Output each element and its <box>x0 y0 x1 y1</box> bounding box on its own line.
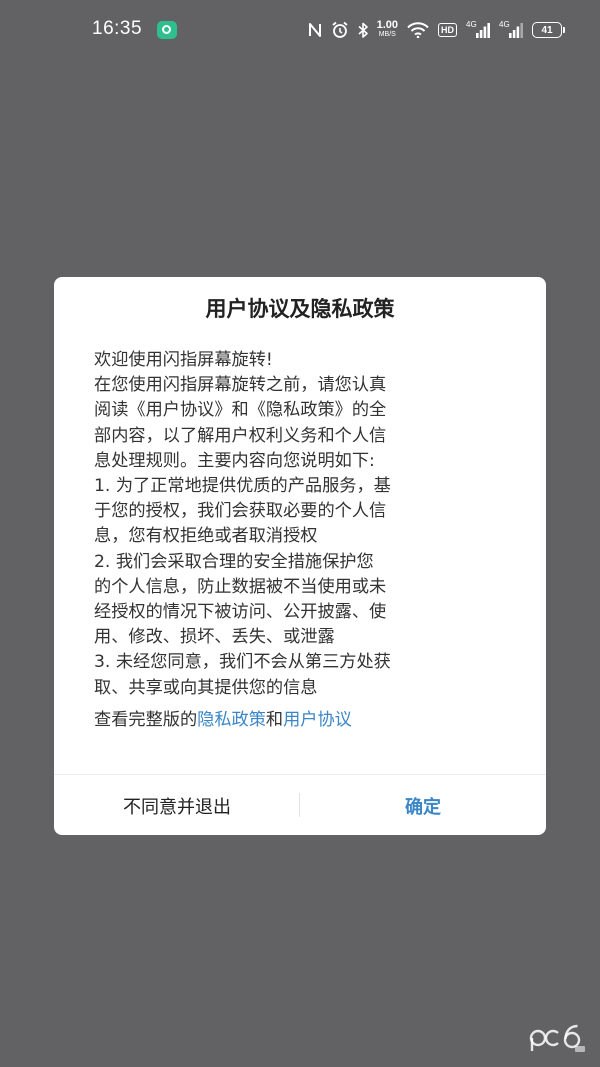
network-speed: 1.00 MB/S <box>376 19 398 39</box>
network-speed-value: 1.00 <box>376 19 398 31</box>
user-agreement-link[interactable]: 用户协议 <box>283 710 352 730</box>
alarm-clock-icon <box>331 21 349 39</box>
body-line: 息处理规则。主要内容向您说明如下: <box>94 450 375 471</box>
body-line: 的个人信息，防止数据被不当使用或未 <box>94 576 387 597</box>
confirm-button[interactable]: 确定 <box>300 775 546 835</box>
links-prefix: 查看完整版的 <box>94 710 198 730</box>
nfc-icon <box>308 22 322 38</box>
status-bar: 16:35 1.00 MB/S HD 4G 4G 41 <box>0 0 600 62</box>
battery-level: 41 <box>541 24 553 36</box>
body-line: 用、修改、损坏、丢失、或泄露 <box>94 627 335 648</box>
battery-icon: 41 <box>532 22 565 38</box>
dialog-body: 欢迎使用闪指屏幕旋转! 在您使用闪指屏幕旋转之前，请您认真 阅读《用户协议》和《… <box>94 348 508 701</box>
disagree-exit-button[interactable]: 不同意并退出 <box>54 775 300 835</box>
bluetooth-icon <box>358 22 368 39</box>
body-line: 欢迎使用闪指屏幕旋转! <box>94 350 273 370</box>
privacy-policy-link[interactable]: 隐私政策 <box>197 710 266 730</box>
body-line: 2. 我们会采取合理的安全措施保护您 <box>94 551 374 572</box>
body-line: 1. 为了正常地提供优质的产品服务，基 <box>94 476 391 497</box>
signal-sim2-icon: 4G <box>499 20 523 39</box>
dialog-button-row: 不同意并退出 确定 <box>54 774 546 835</box>
body-line: 部内容，以了解用户权利义务和个人信 <box>94 425 387 446</box>
pc6-watermark-logo <box>528 1019 586 1053</box>
hd-voice-badge: HD <box>438 23 457 37</box>
body-line: 息，您有权拒绝或者取消授权 <box>94 526 318 547</box>
signal-sim1-icon: 4G <box>466 20 490 39</box>
body-line: 在您使用闪指屏幕旋转之前，请您认真 <box>94 375 387 396</box>
body-line: 取、共享或向其提供您的信息 <box>94 677 318 698</box>
network-speed-unit: MB/S <box>378 31 396 38</box>
body-line: 3. 未经您同意，我们不会从第三方处获 <box>94 652 391 673</box>
body-line: 阅读《用户协议》和《隐私政策》的全 <box>94 400 387 421</box>
body-line: 于您的授权，我们会获取必要的个人信 <box>94 501 387 522</box>
full-version-links: 查看完整版的隐私政策和用户协议 <box>94 708 352 733</box>
wifi-icon <box>407 22 429 38</box>
status-icons: 1.00 MB/S HD 4G 4G 41 <box>308 17 565 43</box>
status-time: 16:35 <box>92 18 143 39</box>
body-line: 经授权的情况下被访问、公开披露、使 <box>94 602 387 623</box>
dialog-title: 用户协议及隐私政策 <box>205 297 395 321</box>
links-and: 和 <box>265 710 284 730</box>
chat-notification-icon <box>157 21 177 39</box>
privacy-policy-dialog: 用户协议及隐私政策 欢迎使用闪指屏幕旋转! 在您使用闪指屏幕旋转之前，请您认真 … <box>54 277 546 835</box>
